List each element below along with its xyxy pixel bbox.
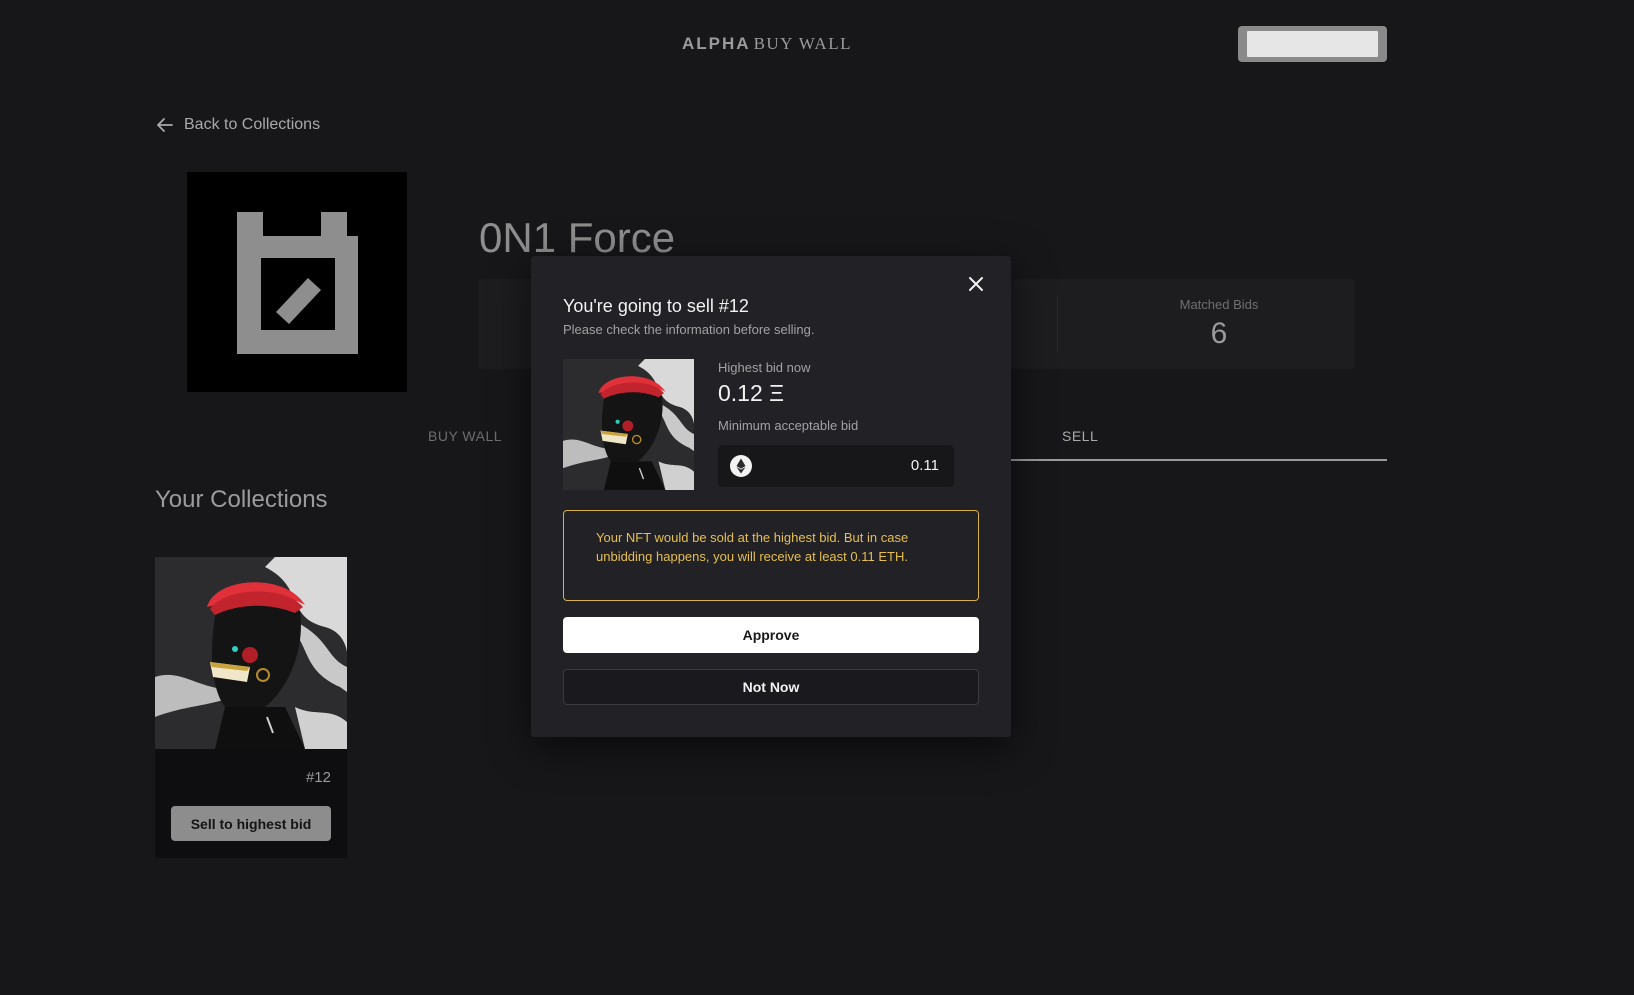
brand-secondary: BUY WALL xyxy=(753,34,852,53)
collection-title: 0N1 Force xyxy=(479,214,676,261)
close-icon[interactable] xyxy=(966,274,986,294)
matched-bids-value: 6 xyxy=(1210,317,1228,350)
collection-logo-icon xyxy=(237,212,358,354)
collection-logo xyxy=(187,172,407,392)
modal-subtitle: Please check the information before sell… xyxy=(563,322,815,337)
highest-bid-label: Highest bid now xyxy=(718,360,811,375)
brand-primary: ALPHA xyxy=(682,34,751,53)
tab-buy-wall[interactable]: BUY WALL xyxy=(428,428,502,444)
modal-nft-image xyxy=(563,359,694,490)
matched-bids-label: Matched Bids xyxy=(1179,297,1259,312)
modal-title: You're going to sell #12 xyxy=(563,296,749,316)
nft-image[interactable] xyxy=(155,557,347,749)
arrow-left-icon xyxy=(157,118,173,132)
min-bid-value: 0.11 xyxy=(910,457,939,474)
your-collections-title: Your Collections xyxy=(155,486,328,513)
back-to-collections-link[interactable]: Back to Collections xyxy=(156,116,320,134)
sell-to-highest-bid-button[interactable]: Sell to highest bid xyxy=(171,806,331,841)
nft-id: #12 xyxy=(305,769,331,786)
sell-confirmation-modal: You're going to sell #12 Please check th… xyxy=(531,256,1011,737)
back-link-label: Back to Collections xyxy=(184,116,321,133)
highest-bid-value: 0.12 Ξ xyxy=(718,380,785,406)
nft-card: #12 Sell to highest bid xyxy=(155,557,347,858)
active-tab-underline xyxy=(1010,459,1387,461)
approve-button[interactable]: Approve xyxy=(563,617,979,653)
wallet-button[interactable] xyxy=(1238,26,1387,62)
stat-divider xyxy=(1057,295,1058,353)
warning-notice: Your NFT would be sold at the highest bi… xyxy=(563,510,979,601)
tab-sell[interactable]: SELL xyxy=(1062,428,1098,444)
ethereum-icon xyxy=(730,455,752,477)
wallet-button-inner xyxy=(1247,31,1378,57)
min-bid-label: Minimum acceptable bid xyxy=(718,418,859,433)
brand-logo[interactable]: ALPHA BUY WALL xyxy=(682,34,852,54)
not-now-button[interactable]: Not Now xyxy=(563,669,979,705)
min-bid-input[interactable]: 0.11 xyxy=(718,445,954,487)
